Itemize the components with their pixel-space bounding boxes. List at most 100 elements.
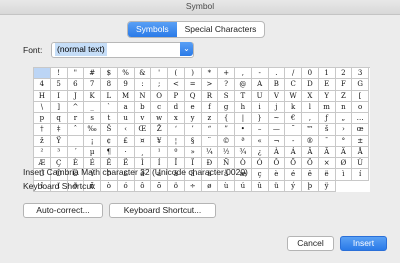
symbol-cell[interactable]: 6	[67, 79, 85, 91]
symbol-cell[interactable]: ;	[151, 79, 168, 91]
symbol-cell[interactable]: *	[201, 68, 219, 80]
symbol-cell[interactable]: Ô	[268, 158, 286, 170]
symbol-cell[interactable]: ¬	[268, 135, 286, 147]
symbol-cell[interactable]: À	[268, 146, 286, 158]
symbol-cell[interactable]: {	[218, 113, 235, 125]
symbol-cell[interactable]: ô	[134, 180, 152, 192]
symbol-cell[interactable]: è	[268, 169, 286, 181]
symbol-cell[interactable]: õ	[151, 180, 168, 192]
symbol-cell[interactable]: +	[218, 68, 235, 80]
symbol-cell[interactable]: 8	[101, 79, 118, 91]
symbol-cell[interactable]: Ø	[335, 158, 353, 170]
symbol-cell[interactable]: œ	[352, 124, 369, 136]
symbol-cell[interactable]: T	[235, 90, 252, 102]
symbol-cell[interactable]: ž	[34, 135, 51, 147]
symbol-cell[interactable]: o	[352, 101, 369, 113]
symbol-cell[interactable]: Ã	[318, 146, 336, 158]
symbol-cell[interactable]: -	[285, 135, 302, 147]
symbol-cell[interactable]: R	[201, 90, 219, 102]
symbol-cell[interactable]: ’	[184, 124, 202, 136]
symbol-cell[interactable]: Ù	[352, 158, 369, 170]
symbol-cell[interactable]: i	[251, 101, 269, 113]
symbol-cell[interactable]: g	[218, 101, 235, 113]
symbol-cell[interactable]: º	[168, 146, 185, 158]
symbol-cell[interactable]: ƒ	[318, 113, 336, 125]
symbol-cell[interactable]: ³	[50, 146, 68, 158]
symbol-cell[interactable]: _	[84, 101, 101, 113]
symbol-cell[interactable]: L	[101, 90, 118, 102]
symbol-cell[interactable]: :	[134, 79, 152, 91]
symbol-cell[interactable]: •	[235, 124, 252, 136]
symbol-cell[interactable]: s	[84, 113, 101, 125]
symbol-cell[interactable]: O	[151, 90, 168, 102]
symbol-cell[interactable]: b	[134, 101, 152, 113]
symbol-cell[interactable]: Œ	[134, 124, 152, 136]
symbol-cell[interactable]: W	[285, 90, 302, 102]
symbol-cell[interactable]: Ö	[302, 158, 319, 170]
symbol-cell[interactable]: F	[335, 79, 353, 91]
symbol-cell[interactable]: ¸	[134, 146, 152, 158]
symbol-cell[interactable]: \	[34, 101, 51, 113]
symbol-cell[interactable]: ‰	[84, 124, 101, 136]
symbol-cell[interactable]: ‡	[50, 124, 68, 136]
symbol-cell[interactable]: 7	[84, 79, 101, 91]
symbol-cell[interactable]: Q	[184, 90, 202, 102]
symbol-cell[interactable]: ‚	[302, 113, 319, 125]
symbol-cell[interactable]: G	[352, 79, 369, 91]
symbol-cell[interactable]: §	[184, 135, 202, 147]
symbol-cell[interactable]: d	[168, 101, 185, 113]
symbol-cell[interactable]: ”	[218, 124, 235, 136]
symbol-cell[interactable]: £	[117, 135, 135, 147]
symbol-cell[interactable]: Y	[318, 90, 336, 102]
symbol-cell[interactable]: 2	[335, 68, 353, 80]
symbol-cell[interactable]: ´	[67, 146, 85, 158]
tab-symbols[interactable]: Symbols	[128, 22, 177, 37]
symbol-cell[interactable]: N	[134, 90, 152, 102]
symbol-cell[interactable]: ©	[218, 135, 235, 147]
symbol-cell[interactable]: c	[151, 101, 168, 113]
symbol-cell[interactable]: 9	[117, 79, 135, 91]
symbol-cell[interactable]: H	[34, 90, 51, 102]
symbol-cell[interactable]: `	[101, 101, 118, 113]
symbol-cell[interactable]: ÿ	[318, 180, 336, 192]
symbol-cell[interactable]: Â	[302, 146, 319, 158]
symbol-cell[interactable]: Á	[285, 146, 302, 158]
symbol-cell[interactable]: 0	[302, 68, 319, 80]
symbol-cell[interactable]: Š	[101, 124, 118, 136]
symbol-cell[interactable]: Ä	[335, 146, 353, 158]
symbol-cell[interactable]: t	[101, 113, 118, 125]
symbol-cell[interactable]: |	[235, 113, 252, 125]
symbol-cell[interactable]: p	[34, 113, 51, 125]
symbol-cell[interactable]: w	[151, 113, 168, 125]
symbol-cell[interactable]: ª	[235, 135, 252, 147]
symbol-cell[interactable]: }	[251, 113, 269, 125]
symbol-cell[interactable]: "	[67, 68, 85, 80]
symbol-cell[interactable]: ¯	[318, 135, 336, 147]
symbol-cell[interactable]: ó	[117, 180, 135, 192]
keyboard-shortcut-button[interactable]: Keyboard Shortcut...	[109, 203, 216, 218]
symbol-cell[interactable]: D	[302, 79, 319, 91]
symbol-cell[interactable]: 5	[50, 79, 68, 91]
symbol-cell[interactable]: ò	[101, 180, 118, 192]
symbol-cell[interactable]: «	[251, 135, 269, 147]
symbol-cell[interactable]: [	[352, 90, 369, 102]
symbol-cell[interactable]: ç	[251, 169, 269, 181]
symbol-cell[interactable]: $	[101, 68, 118, 80]
symbol-cell[interactable]: /	[285, 68, 302, 80]
symbol-cell[interactable]: é	[285, 169, 302, 181]
symbol-cell[interactable]: @	[235, 79, 252, 91]
symbol-cell[interactable]: B	[268, 79, 286, 91]
symbol-cell[interactable]	[67, 135, 85, 147]
symbol-cell[interactable]: S	[218, 90, 235, 102]
symbol-cell[interactable]: ¼	[201, 146, 219, 158]
symbol-cell[interactable]: v	[134, 113, 152, 125]
symbol-cell[interactable]: ×	[318, 158, 336, 170]
symbol-cell[interactable]: ,	[235, 68, 252, 80]
symbol-cell[interactable]: ½	[218, 146, 235, 158]
symbol-cell[interactable]: .	[268, 68, 286, 80]
symbol-cell[interactable]: l	[302, 101, 319, 113]
symbol-cell[interactable]: z	[201, 113, 219, 125]
symbol-cell[interactable]: š	[318, 124, 336, 136]
tab-special-characters[interactable]: Special Characters	[177, 22, 265, 37]
symbol-cell[interactable]: °	[335, 135, 353, 147]
